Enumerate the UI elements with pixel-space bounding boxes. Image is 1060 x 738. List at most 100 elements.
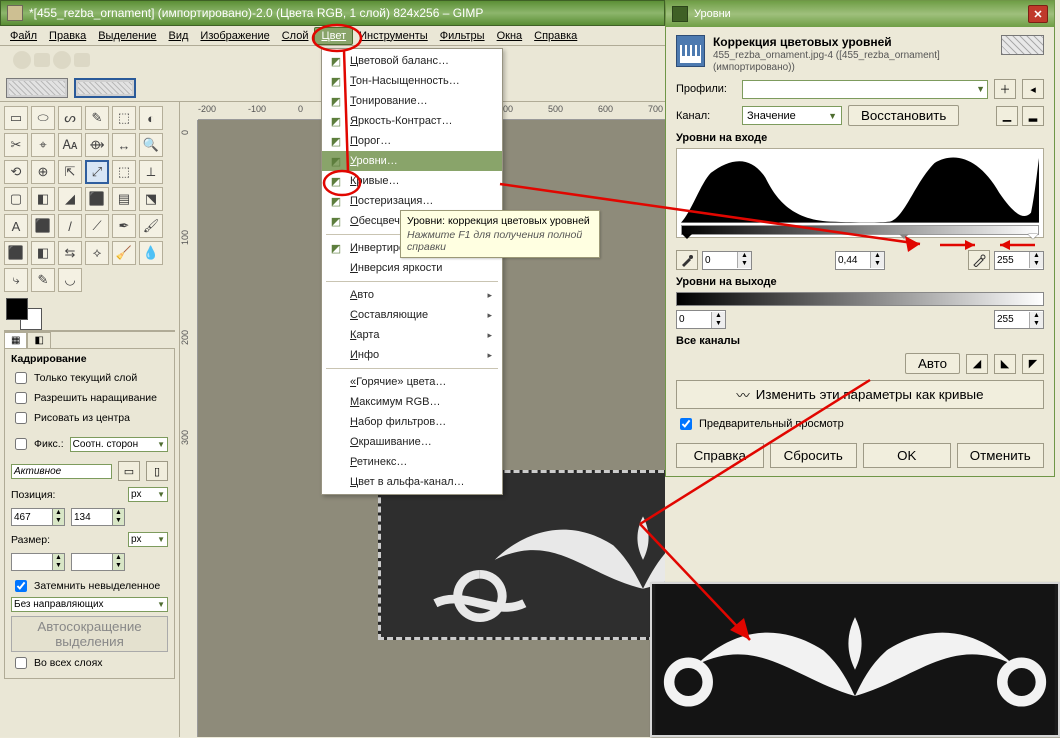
menu-item[interactable]: ◩Уровни… xyxy=(322,151,502,171)
levels-titlebar[interactable]: Уровни ✕ xyxy=(666,1,1054,27)
tool-button[interactable]: ⤢ xyxy=(85,160,109,184)
profile-combo[interactable]: ▼ xyxy=(742,80,988,99)
tool-button[interactable]: ✒ xyxy=(112,214,136,238)
menu-item[interactable]: Окрашивание… xyxy=(322,432,502,452)
auto-button[interactable]: Авто xyxy=(905,353,960,374)
menu-item[interactable]: Инфо xyxy=(322,345,502,365)
tool-button[interactable]: ⬛ xyxy=(85,187,109,211)
tool-button[interactable]: ↔ xyxy=(112,133,136,157)
reset-channel-button[interactable]: Восстановить xyxy=(848,105,959,126)
out-hi-input[interactable]: ▲▼ xyxy=(994,310,1044,329)
size-h-spin[interactable]: ▲▼ xyxy=(71,553,125,571)
menu-item[interactable]: ◩Постеризация… xyxy=(322,191,502,211)
chk-all-layers[interactable]: Во всех слоях xyxy=(11,654,168,672)
color-menu-dropdown[interactable]: ◩Цветовой баланс…◩Тон-Насыщенность…◩Тони… xyxy=(321,48,503,495)
menu-layer[interactable]: Слой xyxy=(276,28,315,44)
tool-button[interactable]: ⬚ xyxy=(112,160,136,184)
image-thumb-active[interactable] xyxy=(74,78,136,98)
profile-menu-button[interactable]: ◂ xyxy=(1022,79,1044,99)
gamma-slider[interactable] xyxy=(899,234,909,244)
fix-dropdown[interactable]: Соотн. сторон▼ xyxy=(70,437,168,452)
pos-x-spin[interactable]: ▲▼ xyxy=(11,508,65,526)
menu-item[interactable]: Составляющие xyxy=(322,305,502,325)
ok-button[interactable]: OK xyxy=(863,443,951,468)
histogram[interactable] xyxy=(676,148,1044,238)
menu-color[interactable]: Цвет xyxy=(314,27,353,45)
tool-button[interactable]: ⟴ xyxy=(85,133,109,157)
pick-black-button[interactable]: ◢ xyxy=(966,354,988,374)
tool-button[interactable]: ⬔ xyxy=(139,187,163,211)
reset-button[interactable]: Сбросить xyxy=(770,443,858,468)
size-unit-dd[interactable]: px▼ xyxy=(128,532,168,547)
tool-button[interactable]: 🧹 xyxy=(112,241,136,265)
menu-item[interactable]: ◩Кривые… xyxy=(322,171,502,191)
menu-select[interactable]: Выделение xyxy=(92,28,162,44)
tool-button[interactable]: ◧ xyxy=(31,241,55,265)
black-input[interactable]: ▲▼ xyxy=(702,251,752,270)
black-slider[interactable] xyxy=(682,234,692,244)
output-gradient[interactable] xyxy=(676,292,1044,306)
help-button[interactable]: Справка xyxy=(676,443,764,468)
preview-checkbox[interactable]: Предварительный просмотр xyxy=(676,415,1044,433)
tool-button[interactable]: ⇆ xyxy=(58,241,82,265)
menu-windows[interactable]: Окна xyxy=(491,28,529,44)
tool-button[interactable]: ◧ xyxy=(31,187,55,211)
tool-button[interactable]: ◡ xyxy=(58,268,82,292)
pos-unit-dd[interactable]: px▼ xyxy=(128,487,168,502)
pos-x-input[interactable] xyxy=(12,509,52,525)
menu-image[interactable]: Изображение xyxy=(194,28,275,44)
tool-button[interactable]: ▢ xyxy=(4,187,28,211)
guide-dropdown[interactable]: Без направляющих▼ xyxy=(11,597,168,612)
tool-button[interactable]: / xyxy=(58,214,82,238)
menu-help[interactable]: Справка xyxy=(528,28,583,44)
tool-button[interactable]: ⟋ xyxy=(85,214,109,238)
orient-portrait-button[interactable]: ▯ xyxy=(146,461,168,481)
menu-file[interactable]: Файл xyxy=(4,28,43,44)
fg-color-swatch[interactable] xyxy=(6,298,28,320)
menu-item[interactable]: «Горячие» цвета… xyxy=(322,372,502,392)
tool-button[interactable]: ✎ xyxy=(85,106,109,130)
levels-dialog[interactable]: Уровни ✕ Коррекция цветовых уровней 455_… xyxy=(665,0,1055,477)
tool-button[interactable]: ⟂ xyxy=(139,160,163,184)
color-swatches[interactable] xyxy=(4,298,175,326)
white-slider[interactable] xyxy=(1028,234,1038,244)
options-tab-other[interactable]: ◧ xyxy=(27,332,50,348)
menu-item[interactable]: ◩Тонирование… xyxy=(322,91,502,111)
tool-button[interactable]: ⟲ xyxy=(4,160,28,184)
menu-item[interactable]: Максимум RGB… xyxy=(322,392,502,412)
orient-landscape-button[interactable]: ▭ xyxy=(118,461,140,481)
image-thumb[interactable] xyxy=(6,78,68,98)
hist-linear-button[interactable]: ▁ xyxy=(996,106,1018,126)
options-tab-tool[interactable]: ▦ xyxy=(4,332,27,348)
edit-as-curves-button[interactable]: 〰 Изменить эти параметры как кривые xyxy=(676,380,1044,409)
pos-y-spin[interactable]: ▲▼ xyxy=(71,508,125,526)
tool-button[interactable]: ⬭ xyxy=(31,106,55,130)
menu-item[interactable]: Цвет в альфа-канал… xyxy=(322,472,502,492)
tool-button[interactable]: ⬛ xyxy=(4,241,28,265)
menu-item[interactable]: ◩Порог… xyxy=(322,131,502,151)
gamma-input[interactable]: ▲▼ xyxy=(835,251,885,270)
chk-only-current[interactable]: Только текущий слой xyxy=(11,369,168,387)
hist-log-button[interactable]: ▂ xyxy=(1022,106,1044,126)
menu-item[interactable]: Ретинекс… xyxy=(322,452,502,472)
tool-button[interactable]: ⊕ xyxy=(31,160,55,184)
close-button[interactable]: ✕ xyxy=(1028,5,1048,23)
menu-item[interactable]: ◩Яркость-Контраст… xyxy=(322,111,502,131)
tool-button[interactable]: ⌖ xyxy=(31,133,55,157)
menubar[interactable]: Файл Правка Выделение Вид Изображение Сл… xyxy=(0,26,665,46)
tool-button[interactable]: 🔍 xyxy=(139,133,163,157)
black-eyedropper[interactable] xyxy=(676,250,698,270)
tool-button[interactable]: ▤ xyxy=(112,187,136,211)
chk-fix[interactable]: Фикс.: xyxy=(11,435,64,453)
main-titlebar[interactable]: *[455_rezba_ornament] (импортировано)-2.… xyxy=(0,0,665,26)
tool-button[interactable]: 💧 xyxy=(139,241,163,265)
menu-tools[interactable]: Инструменты xyxy=(353,28,434,44)
tool-button[interactable]: ⟡ xyxy=(85,241,109,265)
menu-filters[interactable]: Фильтры xyxy=(434,28,491,44)
menu-item[interactable]: Авто xyxy=(322,285,502,305)
tool-button[interactable]: ⤷ xyxy=(4,268,28,292)
tool-button[interactable]: A xyxy=(4,214,28,238)
white-input[interactable]: ▲▼ xyxy=(994,251,1044,270)
menu-item[interactable]: Инверсия яркости xyxy=(322,258,502,278)
white-eyedropper[interactable] xyxy=(968,250,990,270)
